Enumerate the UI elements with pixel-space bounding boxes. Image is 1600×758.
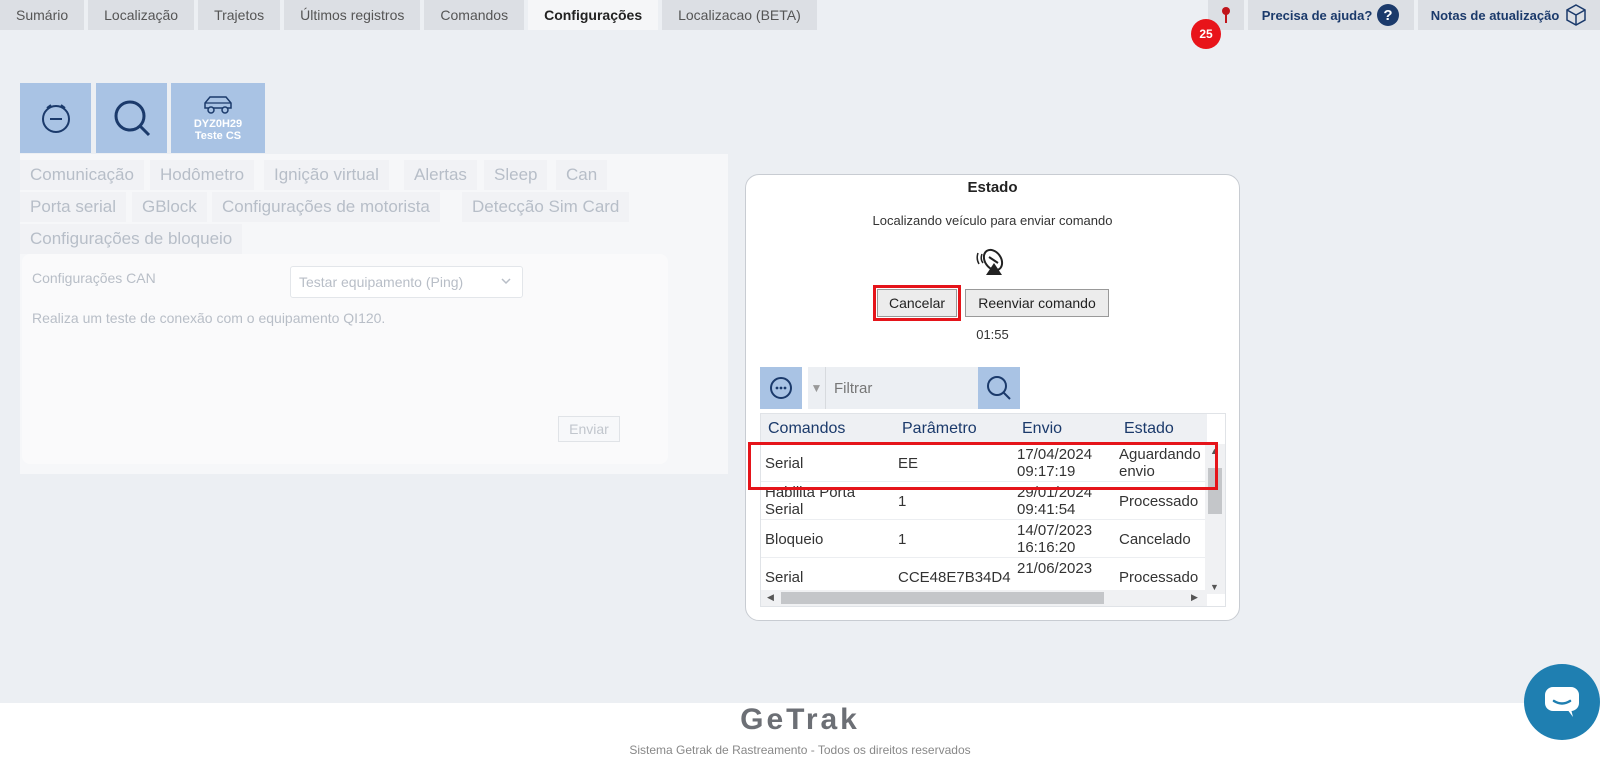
footer: GeTrak Sistema Getrak de Rastreamento - …: [0, 703, 1600, 758]
more-icon: [770, 377, 792, 399]
cell-param: 1: [898, 493, 907, 510]
filter-input[interactable]: ▼ Filtrar: [808, 367, 978, 409]
tab-sumario[interactable]: Sumário: [0, 0, 85, 30]
column-header-parametro[interactable]: Parâmetro: [902, 420, 977, 438]
tab-localizacao-beta[interactable]: Localizacao (BETA): [662, 0, 817, 30]
tab-trajetos[interactable]: Trajetos: [198, 0, 281, 30]
chevron-down-icon: [501, 278, 511, 285]
pin-icon: [1222, 7, 1230, 23]
horizontal-scroll-thumb[interactable]: [781, 592, 1104, 604]
filter-search-button[interactable]: [978, 367, 1020, 409]
car-icon: [204, 96, 232, 114]
search-icon: [114, 100, 150, 137]
vehicle-name: Teste CS: [194, 130, 242, 142]
help-label: Precisa de ajuda?: [1261, 7, 1373, 23]
search-icon: [987, 376, 1011, 400]
table-row[interactable]: Bloqueio 1 14/07/2023 16:16:20 Cancelado: [761, 520, 1207, 558]
satellite-icon: [976, 248, 1004, 275]
selected-row-highlight: [748, 442, 1218, 490]
config-section-label: Configurações CAN: [32, 270, 156, 286]
chat-button[interactable]: [1524, 664, 1600, 740]
filter-dropdown-icon[interactable]: ▼: [808, 367, 826, 409]
scroll-down-icon[interactable]: ▼: [1210, 582, 1219, 592]
cancel-button[interactable]: Cancelar: [873, 285, 961, 321]
notification-badge: 25: [1191, 19, 1221, 49]
command-select-value: Testar equipamento (Ping): [299, 274, 464, 290]
config-panel: Comunicação Hodômetro Ignição virtual Al…: [20, 154, 728, 474]
tab-comandos[interactable]: Comandos: [424, 0, 525, 30]
more-options-button[interactable]: [760, 367, 802, 409]
status-dialog: Estado Localizando veículo para enviar c…: [745, 174, 1240, 621]
tab-configuracoes[interactable]: Configurações: [528, 0, 659, 30]
config-tab-sim-card[interactable]: Detecção Sim Card: [462, 192, 630, 222]
cell-time: 09:41:54: [1017, 501, 1076, 518]
cell-param: CCE48E7B34D4: [898, 569, 1011, 586]
cell-state: Processado: [1119, 569, 1199, 586]
dialog-message: Localizando veículo para enviar comando: [872, 213, 1113, 228]
column-header-estado[interactable]: Estado: [1124, 420, 1174, 438]
box-icon: [1566, 4, 1587, 26]
cell-command: Bloqueio: [765, 531, 824, 548]
tab-localizacao[interactable]: Localização: [88, 0, 195, 30]
config-tab-porta-serial[interactable]: Porta serial: [20, 192, 126, 222]
dialog-title: Estado: [967, 179, 1018, 196]
scroll-right-icon[interactable]: ▶: [1191, 592, 1198, 603]
filter-placeholder: Filtrar: [834, 379, 873, 397]
scroll-left-icon[interactable]: ◀: [767, 592, 774, 603]
search-vehicle-button[interactable]: [96, 83, 167, 153]
command-select[interactable]: Testar equipamento (Ping): [290, 266, 523, 298]
cell-command: Serial: [765, 569, 804, 586]
clock-icon: [41, 104, 70, 133]
column-header-envio[interactable]: Envio: [1022, 420, 1062, 438]
help-button[interactable]: Precisa de ajuda? ?: [1248, 0, 1414, 30]
clock-button[interactable]: [20, 83, 91, 153]
vehicle-button[interactable]: DYZ0H29 Teste CS: [171, 83, 265, 153]
top-nav: Sumário Localização Trajetos Últimos reg…: [0, 0, 821, 30]
question-icon: ?: [1377, 4, 1400, 26]
send-button[interactable]: Enviar: [558, 416, 620, 442]
config-tab-comunicacao[interactable]: Comunicação: [20, 160, 144, 190]
cell-time: 16:16:20: [1017, 539, 1076, 556]
copyright-text: Sistema Getrak de Rastreamento - Todos o…: [629, 743, 971, 757]
cell-command-detail: Serial: [765, 501, 804, 518]
chat-icon: [1545, 687, 1579, 717]
config-tab-bloqueio[interactable]: Configurações de bloqueio: [20, 224, 243, 254]
table-header: Comandos Parâmetro Envio Estado: [761, 414, 1207, 444]
cell-param: 1: [898, 531, 907, 548]
cell-state: Processado: [1119, 493, 1199, 510]
resend-command-button[interactable]: Reenviar comando: [965, 289, 1109, 317]
config-tab-sleep[interactable]: Sleep: [484, 160, 548, 190]
config-tab-ignicao-virtual[interactable]: Ignição virtual: [264, 160, 389, 190]
cell-date: 21/06/2023: [1017, 560, 1093, 577]
cell-state: Cancelado: [1119, 531, 1191, 548]
config-tab-alertas[interactable]: Alertas: [404, 160, 477, 190]
column-header-comandos[interactable]: Comandos: [768, 420, 845, 438]
config-tab-gblock[interactable]: GBlock: [132, 192, 207, 222]
config-tab-can[interactable]: Can: [556, 160, 608, 190]
update-notes-button[interactable]: Notas de atualização: [1418, 0, 1600, 30]
config-form: Configurações CAN Testar equipamento (Pi…: [22, 254, 668, 464]
config-tab-hodometro[interactable]: Hodômetro: [150, 160, 255, 190]
vehicle-plate: DYZ0H29: [193, 118, 243, 130]
cell-date: 14/07/2023: [1017, 522, 1093, 539]
update-notes-label: Notas de atualização: [1430, 7, 1560, 23]
tab-ultimos-registros[interactable]: Últimos registros: [284, 0, 421, 30]
svg-text:?: ?: [1384, 7, 1393, 24]
countdown-timer: 01:55: [976, 327, 1009, 342]
getrak-logo: GeTrak: [740, 703, 860, 736]
config-tab-motorista[interactable]: Configurações de motorista: [212, 192, 440, 222]
horizontal-scrollbar[interactable]: ◀ ▶: [761, 590, 1207, 606]
command-description: Realiza um teste de conexão com o equipa…: [32, 310, 386, 326]
